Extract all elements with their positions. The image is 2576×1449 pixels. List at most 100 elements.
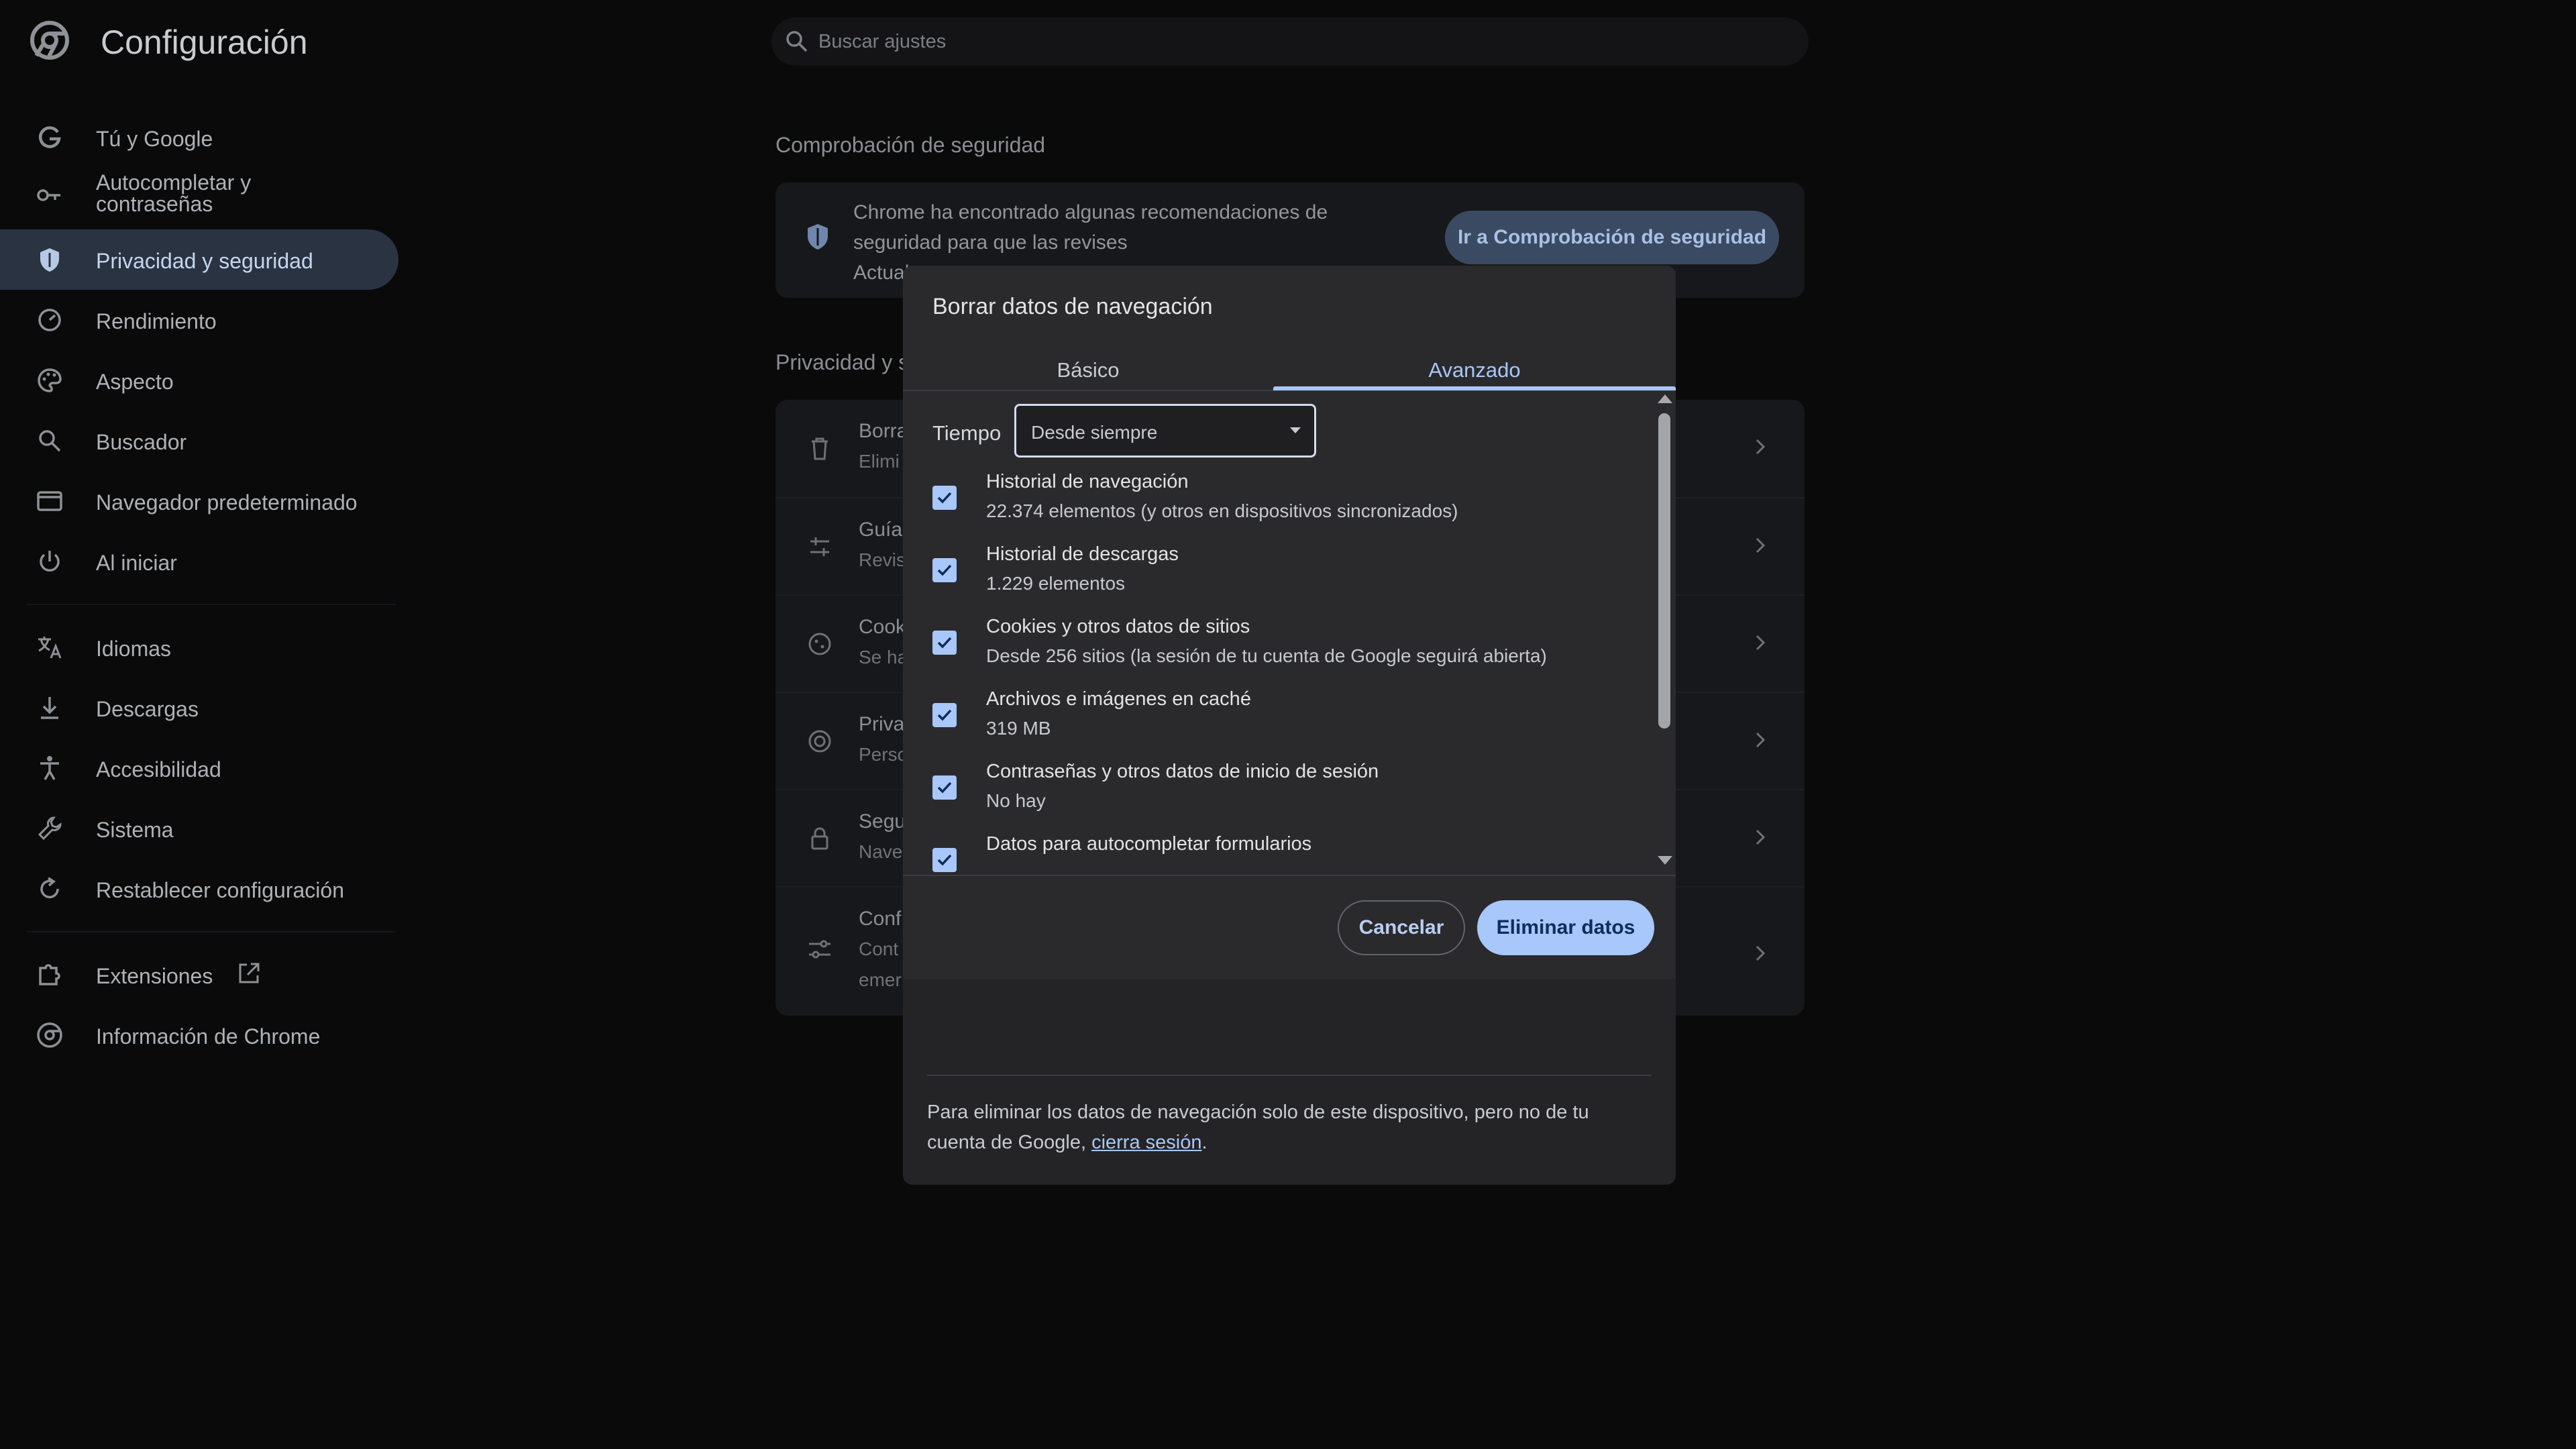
checkbox-checked[interactable]	[932, 558, 957, 582]
checkbox-item-autofill[interactable]: Datos para autocompletar formularios	[903, 832, 1641, 875]
sidebar-item-downloads[interactable]: Descargas	[0, 678, 398, 738]
row-title: Segu	[859, 810, 906, 833]
puzzle-icon	[35, 960, 64, 989]
row-title: Guía	[859, 519, 903, 541]
sidebar-item-label: Restablecer configuración	[96, 878, 344, 902]
footer-divider	[927, 1075, 1652, 1076]
sidebar: Tú y Google Autocompletar y contraseñas …	[0, 107, 402, 1114]
sidebar-item-performance[interactable]: Rendimiento	[0, 290, 398, 350]
checkbox-item-cache[interactable]: Archivos e imágenes en caché 319 MB	[903, 687, 1641, 759]
search-placeholder: Buscar ajustes	[818, 31, 947, 52]
sidebar-divider	[27, 604, 396, 605]
sidebar-item-label: Al iniciar	[96, 551, 177, 575]
speedometer-icon	[35, 305, 64, 335]
sliders-icon	[805, 934, 835, 964]
time-range-select[interactable]: Desde siempre	[1014, 404, 1316, 458]
row-title: Borra	[859, 420, 908, 442]
clear-browsing-data-dialog: Borrar datos de navegación Básico Avanza…	[903, 266, 1676, 1185]
data-type-list: Historial de navegación 22.374 elementos…	[903, 467, 1654, 875]
sign-out-link[interactable]: cierra sesión	[1091, 1132, 1201, 1153]
scroll-down-arrow-icon[interactable]	[1658, 856, 1672, 865]
sidebar-item-label: Tú y Google	[96, 127, 213, 151]
sidebar-item-search-engine[interactable]: Buscador	[0, 411, 398, 471]
row-title: Conf	[859, 908, 902, 930]
row-subtitle: Perso	[859, 744, 908, 765]
sidebar-item-label: Aspecto	[96, 370, 174, 394]
chevron-right-icon	[1748, 728, 1772, 752]
checkbox-title: Datos para autocompletar formularios	[986, 833, 1312, 855]
checkbox-item-passwords[interactable]: Contraseñas y otros datos de inicio de s…	[903, 759, 1641, 832]
checkbox-subtitle: 1.229 elementos	[986, 573, 1126, 594]
dropdown-arrow-icon	[1290, 427, 1301, 433]
sidebar-item-you-and-google[interactable]: Tú y Google	[0, 107, 398, 168]
checkbox-subtitle: No hay	[986, 790, 1046, 811]
sidebar-item-label: Sistema	[96, 818, 174, 842]
dialog-title: Borrar datos de navegación	[932, 294, 1213, 319]
sidebar-item-label: Buscador	[96, 430, 187, 454]
checkbox-title: Contraseñas y otros datos de inicio de s…	[986, 761, 1379, 782]
row-subtitle: Cont	[859, 938, 899, 959]
time-range-value: Desde siempre	[1031, 422, 1158, 443]
sidebar-item-label: Información de Chrome	[96, 1024, 321, 1049]
sidebar-item-on-startup[interactable]: Al iniciar	[0, 531, 398, 592]
shield-check-icon	[802, 221, 833, 252]
row-subtitle: Revis	[859, 549, 906, 570]
checkbox-title: Historial de navegación	[986, 471, 1189, 492]
chevron-right-icon	[1748, 435, 1772, 459]
sidebar-item-autofill[interactable]: Autocompletar y contraseñas	[0, 165, 398, 225]
chrome-logo-icon	[30, 20, 70, 60]
sidebar-item-label: Privacidad y seguridad	[96, 249, 313, 273]
chevron-right-icon	[1748, 631, 1772, 655]
chrome-icon	[35, 1020, 64, 1050]
download-icon	[35, 693, 64, 722]
scroll-up-arrow-icon[interactable]	[1658, 394, 1672, 403]
sidebar-item-label: Rendimiento	[96, 309, 217, 333]
search-icon	[784, 28, 810, 55]
sidebar-item-system[interactable]: Sistema	[0, 798, 398, 859]
checkbox-title: Historial de descargas	[986, 543, 1179, 565]
sidebar-item-label: Idiomas	[96, 637, 172, 661]
browser-window-icon	[35, 486, 64, 516]
row-title: Priva	[859, 713, 905, 735]
checkbox-item-cookies[interactable]: Cookies y otros datos de sitios Desde 25…	[903, 614, 1641, 687]
sidebar-item-privacy[interactable]: Privacidad y seguridad	[0, 229, 398, 290]
sidebar-item-languages[interactable]: Idiomas	[0, 617, 398, 678]
delete-data-button[interactable]: Eliminar datos	[1477, 900, 1654, 955]
checkbox-checked[interactable]	[932, 848, 957, 872]
checkbox-checked[interactable]	[932, 486, 957, 510]
translate-icon	[35, 633, 64, 662]
sidebar-item-accessibility[interactable]: Accesibilidad	[0, 738, 398, 798]
sidebar-item-label: Extensiones	[96, 964, 213, 988]
key-icon	[35, 180, 64, 210]
scrollbar-thumb[interactable]	[1658, 413, 1670, 729]
sidebar-item-extensions[interactable]: Extensiones	[0, 945, 398, 1005]
chevron-right-icon	[1748, 825, 1772, 849]
sidebar-item-label: Descargas	[96, 697, 199, 721]
wrench-icon	[35, 814, 64, 843]
checkbox-checked[interactable]	[932, 631, 957, 655]
row-title: Cook	[859, 616, 906, 638]
row-subtitle: Se ha	[859, 647, 908, 667]
checkbox-item-browsing-history[interactable]: Historial de navegación 22.374 elementos…	[903, 470, 1641, 542]
row-subtitle: emer	[859, 969, 902, 990]
checkbox-subtitle: 319 MB	[986, 718, 1051, 739]
search-field[interactable]: Buscar ajustes	[771, 17, 1809, 66]
chevron-right-icon	[1748, 533, 1772, 557]
sidebar-divider	[27, 931, 396, 932]
sidebar-item-label: Navegador predeterminado	[96, 490, 358, 515]
safety-check-heading: Comprobación de seguridad	[775, 133, 1046, 157]
checkbox-checked[interactable]	[932, 703, 957, 727]
row-subtitle: Nave	[859, 841, 903, 862]
privacy-section-heading: Privacidad y s	[775, 350, 910, 374]
go-to-safety-check-button[interactable]: Ir a Comprobación de seguridad	[1445, 211, 1779, 264]
sidebar-item-reset[interactable]: Restablecer configuración	[0, 859, 398, 919]
sidebar-item-about-chrome[interactable]: Información de Chrome	[0, 1005, 398, 1065]
checkbox-item-download-history[interactable]: Historial de descargas 1.229 elementos	[903, 542, 1641, 614]
checkbox-subtitle: Desde 256 sitios (la sesión de tu cuenta…	[986, 645, 1547, 666]
sidebar-item-appearance[interactable]: Aspecto	[0, 350, 398, 411]
checkbox-checked[interactable]	[932, 775, 957, 800]
cancel-button[interactable]: Cancelar	[1338, 900, 1465, 955]
dialog-scrollbar[interactable]	[1656, 393, 1673, 876]
sidebar-item-default-browser[interactable]: Navegador predeterminado	[0, 471, 398, 531]
footer-text: Para eliminar los datos de navegación so…	[927, 1102, 1589, 1153]
